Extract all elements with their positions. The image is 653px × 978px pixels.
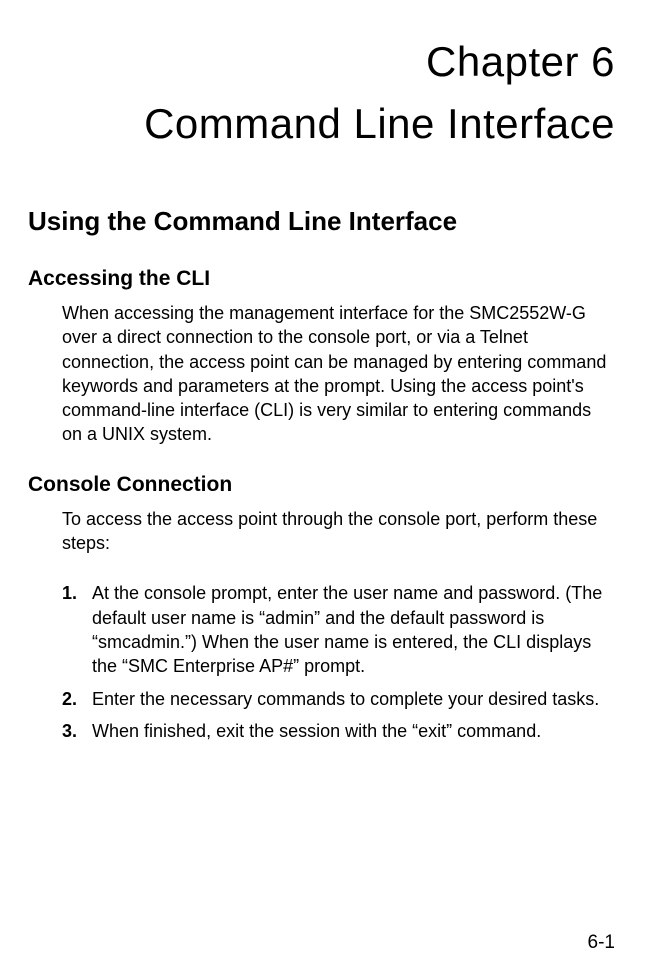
list-item: 1. At the console prompt, enter the user… — [62, 581, 609, 678]
chapter-title: Command Line Interface — [28, 100, 615, 148]
body-paragraph-accessing-cli: When accessing the management interface … — [62, 301, 609, 447]
list-text: Enter the necessary commands to complete… — [92, 687, 609, 711]
section-heading: Using the Command Line Interface — [28, 206, 615, 237]
list-item: 3. When finished, exit the session with … — [62, 719, 609, 743]
list-marker: 1. — [62, 581, 92, 678]
body-paragraph-console-intro: To access the access point through the c… — [62, 507, 609, 556]
list-marker: 3. — [62, 719, 92, 743]
list-item: 2. Enter the necessary commands to compl… — [62, 687, 609, 711]
list-text: When finished, exit the session with the… — [92, 719, 609, 743]
subsection-heading-accessing-cli: Accessing the CLI — [28, 267, 615, 291]
list-marker: 2. — [62, 687, 92, 711]
subsection-heading-console-connection: Console Connection — [28, 473, 615, 497]
page-number: 6-1 — [588, 932, 615, 954]
page-prefix: 6- — [588, 932, 605, 953]
steps-list: 1. At the console prompt, enter the user… — [62, 581, 609, 743]
list-text: At the console prompt, enter the user na… — [92, 581, 609, 678]
chapter-number: Chapter 6 — [28, 38, 615, 86]
page-num: 1 — [604, 932, 615, 953]
